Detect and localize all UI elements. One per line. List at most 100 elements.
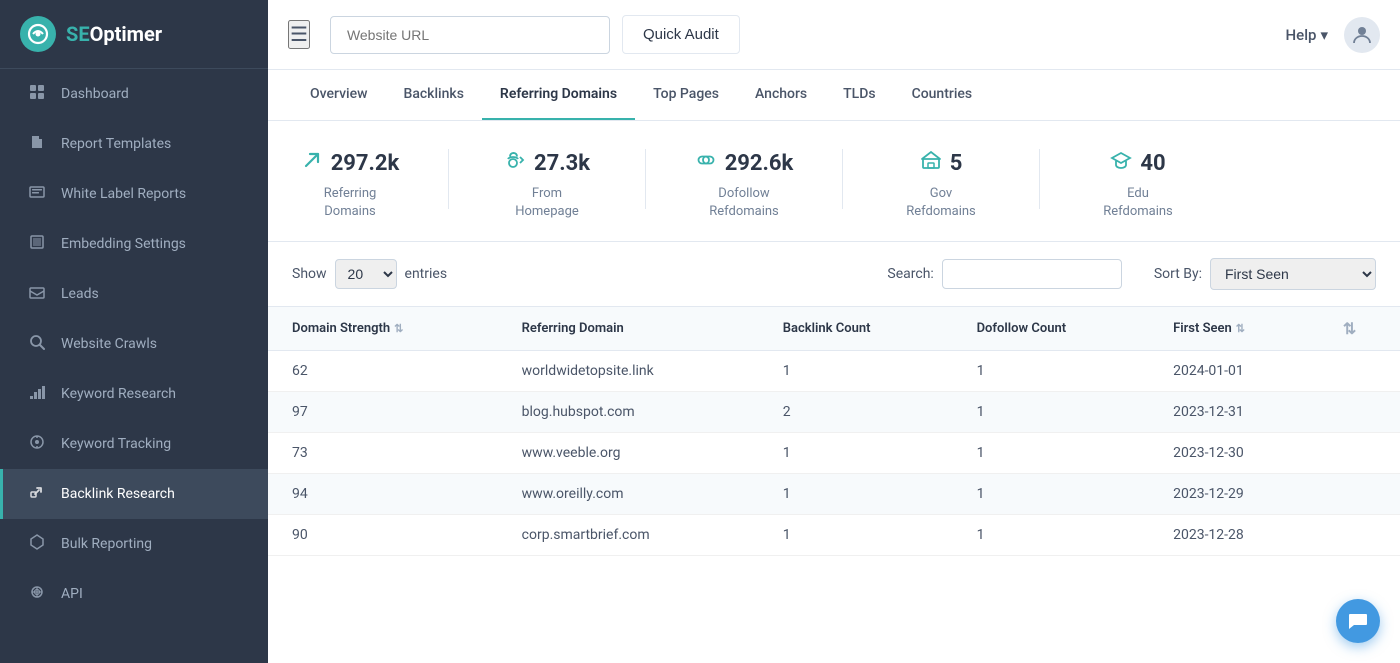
- cell-referring-domain[interactable]: www.veeble.org: [498, 433, 759, 474]
- search-section: Search:: [887, 259, 1121, 289]
- cell-extra: [1319, 433, 1400, 474]
- cell-first-seen: 2024-01-01: [1149, 351, 1319, 392]
- entries-select[interactable]: 102050100: [335, 259, 397, 289]
- referring-domains-stat-label: ReferringDomains: [324, 185, 377, 221]
- embedding-settings-icon: [27, 234, 47, 254]
- api-icon: [27, 584, 47, 604]
- help-chevron-icon: ▾: [1320, 26, 1328, 44]
- logo-text: SEOptimer: [66, 22, 162, 46]
- col-header-first-seen[interactable]: First Seen⇅: [1149, 307, 1319, 351]
- table-sort-icon[interactable]: ⇅: [1343, 319, 1356, 338]
- table-row: 90corp.smartbrief.com112023-12-28: [268, 515, 1400, 556]
- user-avatar[interactable]: [1344, 17, 1380, 53]
- from-homepage-stat-value: 27.3k: [534, 151, 590, 176]
- sidebar-item-backlink-research[interactable]: Backlink Research: [0, 469, 268, 519]
- help-button[interactable]: Help ▾: [1286, 26, 1328, 44]
- sidebar-item-dashboard[interactable]: Dashboard: [0, 69, 268, 119]
- keyword-research-icon: [27, 384, 47, 404]
- dofollow-refdomains-stat-icon: [695, 149, 717, 177]
- quick-audit-button[interactable]: Quick Audit: [622, 15, 740, 54]
- referring-domains-stat-value: 297.2k: [331, 151, 400, 176]
- stat-divider: [645, 149, 646, 209]
- cell-backlink-count: 1: [759, 433, 953, 474]
- sort-arrow-icon: ⇅: [394, 322, 403, 335]
- sort-arrow-icon: ⇅: [1236, 322, 1245, 335]
- website-crawls-icon: [27, 334, 47, 354]
- referring-domains-stat-icon: [301, 149, 323, 177]
- cell-dofollow-count: 1: [953, 392, 1150, 433]
- cell-first-seen: 2023-12-28: [1149, 515, 1319, 556]
- cell-referring-domain[interactable]: www.oreilly.com: [498, 474, 759, 515]
- sidebar-label-backlink-research: Backlink Research: [61, 486, 175, 502]
- cell-domain-strength: 97: [268, 392, 498, 433]
- stats-row: 297.2k ReferringDomains 27.3k FromHomepa…: [268, 121, 1400, 242]
- sidebar: SEOptimer Dashboard Report Templates Whi…: [0, 0, 268, 663]
- logo: SEOptimer: [0, 0, 268, 69]
- url-input[interactable]: [330, 16, 610, 54]
- sidebar-item-keyword-tracking[interactable]: Keyword Tracking: [0, 419, 268, 469]
- content-area: OverviewBacklinksReferring DomainsTop Pa…: [268, 70, 1400, 663]
- cell-backlink-count: 1: [759, 474, 953, 515]
- tabs-bar: OverviewBacklinksReferring DomainsTop Pa…: [268, 70, 1400, 121]
- edu-refdomains-stat-label: EduRefdomains: [1103, 185, 1173, 221]
- from-homepage-stat-icon: [504, 149, 526, 177]
- report-templates-icon: [27, 134, 47, 154]
- gov-refdomains-stat-value: 5: [950, 151, 963, 176]
- tab-backlinks[interactable]: Backlinks: [385, 70, 481, 120]
- col-header-referring-domain: Referring Domain: [498, 307, 759, 351]
- sidebar-label-report-templates: Report Templates: [61, 136, 171, 152]
- logo-icon: [20, 16, 56, 52]
- sidebar-item-white-label-reports[interactable]: White Label Reports: [0, 169, 268, 219]
- cell-dofollow-count: 1: [953, 474, 1150, 515]
- chat-bubble[interactable]: [1336, 599, 1380, 643]
- sidebar-item-api[interactable]: API: [0, 569, 268, 619]
- col-header-dofollow-count: Dofollow Count: [953, 307, 1150, 351]
- sidebar-label-bulk-reporting: Bulk Reporting: [61, 536, 152, 552]
- sidebar-item-embedding-settings[interactable]: Embedding Settings: [0, 219, 268, 269]
- dashboard-icon: [27, 84, 47, 104]
- sort-section: Sort By: First SeenDomain StrengthBackli…: [1154, 258, 1376, 290]
- sidebar-item-website-crawls[interactable]: Website Crawls: [0, 319, 268, 369]
- sidebar-item-keyword-research[interactable]: Keyword Research: [0, 369, 268, 419]
- tab-tlds[interactable]: TLDs: [825, 70, 893, 120]
- tab-overview[interactable]: Overview: [292, 70, 385, 120]
- sidebar-label-api: API: [61, 586, 83, 602]
- cell-backlink-count: 1: [759, 351, 953, 392]
- sidebar-item-leads[interactable]: Leads: [0, 269, 268, 319]
- cell-extra: [1319, 515, 1400, 556]
- search-label: Search:: [887, 266, 933, 282]
- keyword-tracking-icon: [27, 434, 47, 454]
- cell-extra: [1319, 392, 1400, 433]
- col-header-domain-strength[interactable]: Domain Strength⇅: [268, 307, 498, 351]
- tab-countries[interactable]: Countries: [894, 70, 991, 120]
- cell-domain-strength: 90: [268, 515, 498, 556]
- tab-anchors[interactable]: Anchors: [737, 70, 825, 120]
- sort-select[interactable]: First SeenDomain StrengthBacklink CountD…: [1210, 258, 1376, 290]
- table-controls: Show 102050100 entries Search: Sort By: …: [268, 242, 1400, 306]
- cell-first-seen: 2023-12-31: [1149, 392, 1319, 433]
- cell-referring-domain[interactable]: blog.hubspot.com: [498, 392, 759, 433]
- main-area: ☰ Quick Audit Help ▾ OverviewBacklinksRe…: [268, 0, 1400, 663]
- sidebar-item-report-templates[interactable]: Report Templates: [0, 119, 268, 169]
- cell-referring-domain[interactable]: corp.smartbrief.com: [498, 515, 759, 556]
- sidebar-label-keyword-tracking: Keyword Tracking: [61, 436, 171, 452]
- sidebar-item-bulk-reporting[interactable]: Bulk Reporting: [0, 519, 268, 569]
- cell-domain-strength: 94: [268, 474, 498, 515]
- tab-top-pages[interactable]: Top Pages: [635, 70, 737, 120]
- edu-refdomains-stat-value: 40: [1140, 151, 1165, 176]
- stat-from-homepage: 27.3k FromHomepage: [497, 149, 597, 221]
- data-table: Domain Strength⇅Referring DomainBacklink…: [268, 306, 1400, 556]
- table-row: 73www.veeble.org112023-12-30: [268, 433, 1400, 474]
- hamburger-button[interactable]: ☰: [288, 20, 310, 49]
- search-input[interactable]: [942, 259, 1122, 289]
- sidebar-label-white-label-reports: White Label Reports: [61, 186, 186, 202]
- from-homepage-stat-label: FromHomepage: [515, 185, 579, 221]
- topbar-right: Help ▾: [1286, 17, 1380, 53]
- cell-backlink-count: 1: [759, 515, 953, 556]
- cell-extra: [1319, 351, 1400, 392]
- help-label: Help: [1286, 26, 1317, 44]
- cell-dofollow-count: 1: [953, 515, 1150, 556]
- cell-referring-domain[interactable]: worldwidetopsite.link: [498, 351, 759, 392]
- gov-refdomains-stat-label: GovRefdomains: [906, 185, 976, 221]
- tab-referring-domains[interactable]: Referring Domains: [482, 70, 635, 120]
